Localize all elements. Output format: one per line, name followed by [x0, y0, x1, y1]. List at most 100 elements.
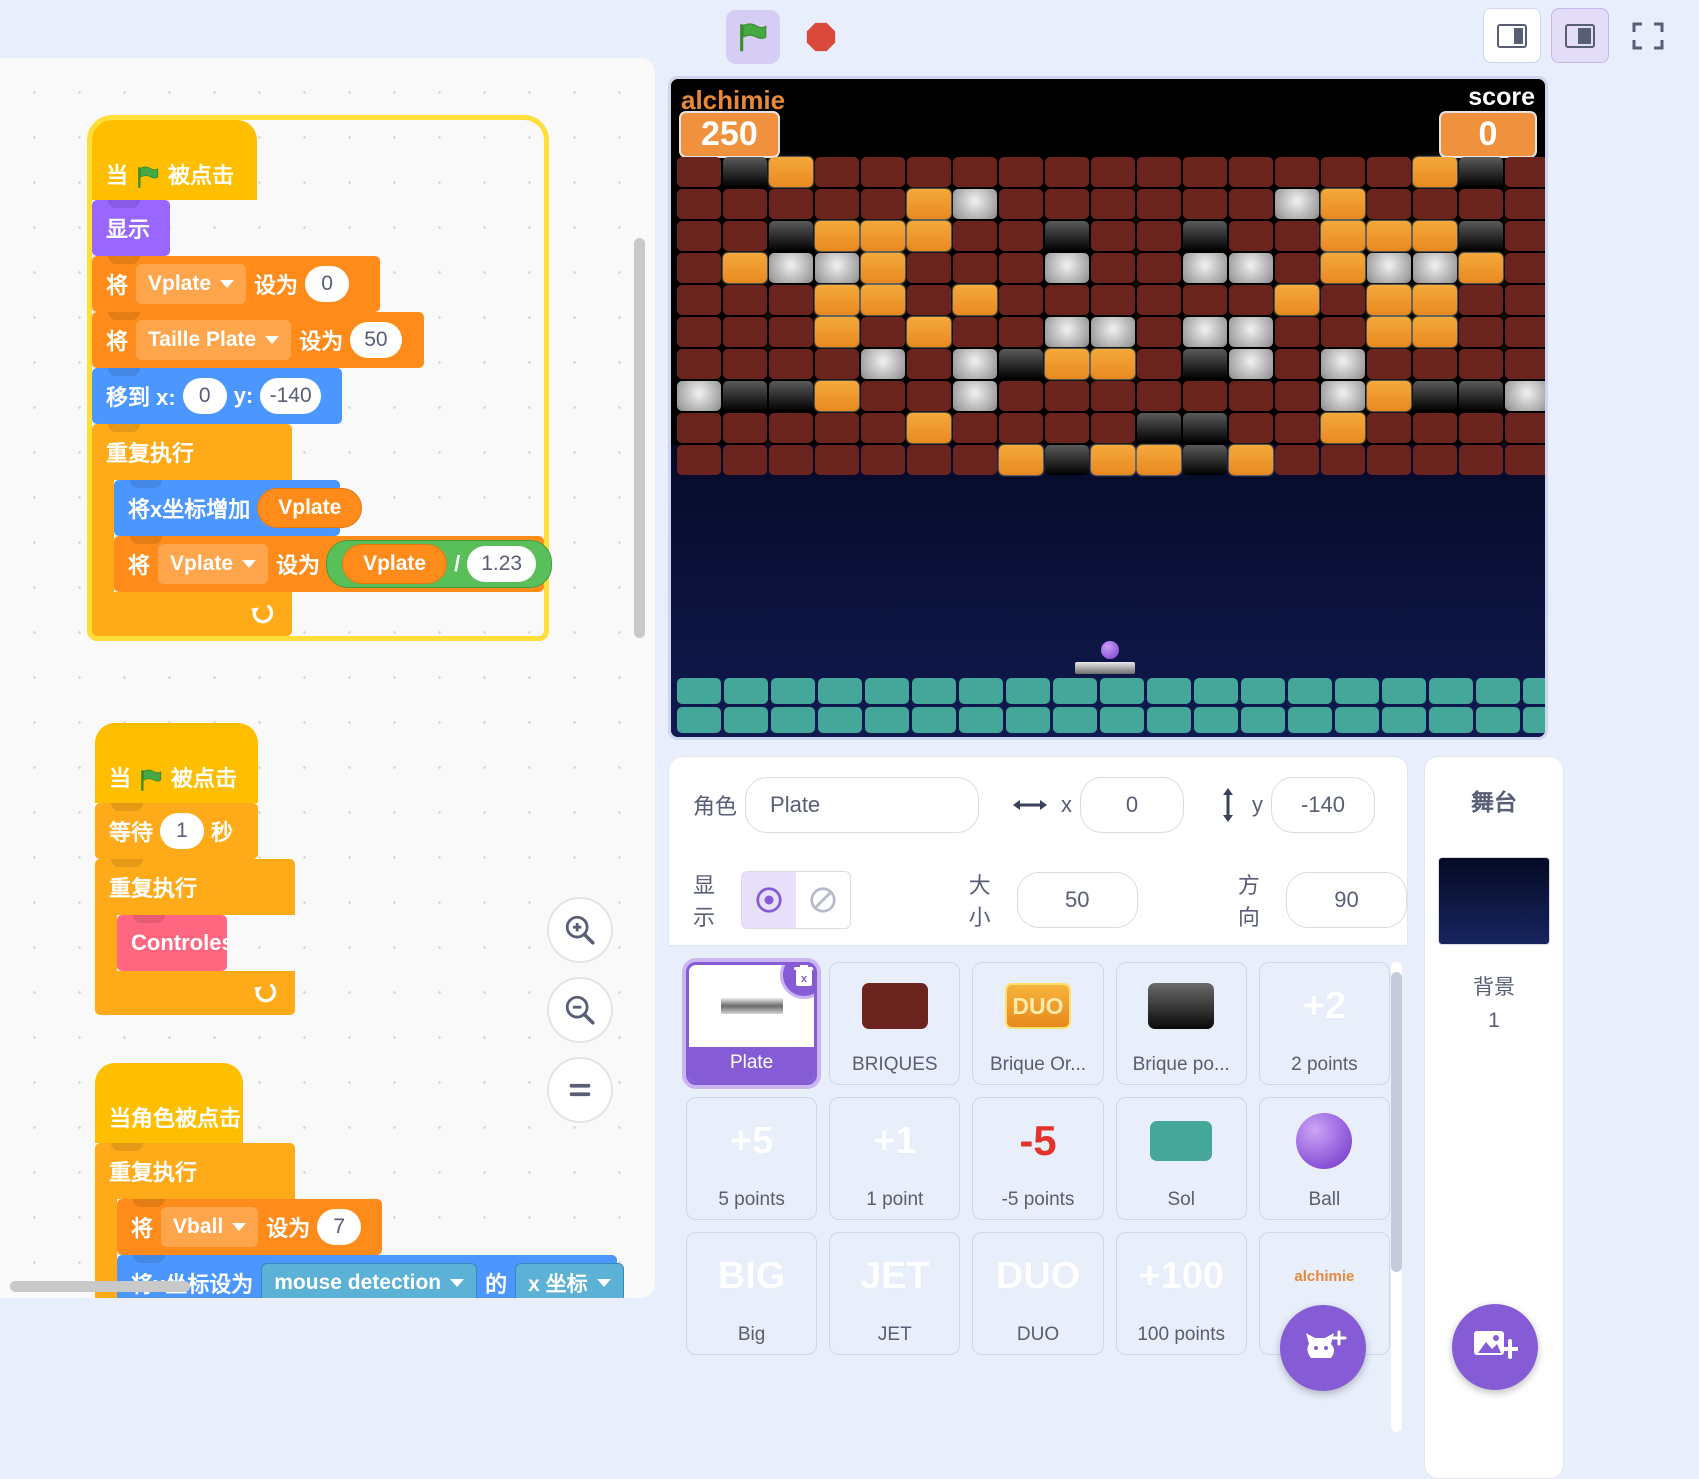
y-value-input[interactable]: -140 [260, 378, 321, 414]
sprite-name-input[interactable]: Plate [745, 776, 980, 833]
zoom-out-button[interactable] [547, 977, 613, 1043]
when-flag-clicked-hat-block[interactable]: 当 被点击 [92, 120, 257, 200]
brick-orange [769, 157, 813, 187]
variable-dropdown-vplate[interactable]: Vplate [158, 544, 269, 584]
sprite-card-big[interactable]: BIG Big [686, 1232, 818, 1355]
seconds-input[interactable]: 1 [160, 813, 205, 849]
sprite-card-1-point[interactable]: +1 1 point [829, 1097, 961, 1220]
goto-xy-block[interactable]: 移到 x: 0 y: -140 [92, 368, 342, 424]
forever-loop-block[interactable]: 重复执行 将x坐标增加 Vplate 将 Vplate 设为 Vplate / … [92, 424, 553, 636]
sprite-x-input[interactable]: 0 [1080, 776, 1185, 833]
brick-orange [1413, 157, 1457, 187]
green-flag-button[interactable] [726, 10, 780, 64]
brick-red [907, 445, 951, 475]
variable-dropdown-taille-plate[interactable]: Taille Plate [136, 320, 292, 360]
sprite-card-sol[interactable]: Sol [1115, 1097, 1247, 1220]
sprite-card-5-points[interactable]: +5 5 points [686, 1097, 818, 1220]
large-stage-layout-button[interactable] [1551, 8, 1609, 63]
stage-canvas[interactable]: alchimie 250 score 0 [668, 76, 1548, 740]
sprite-card-plate[interactable]: Plate x [686, 962, 818, 1085]
sol-tile [1241, 678, 1285, 704]
sensing-property-dropdown[interactable]: x 坐标 [515, 1263, 624, 1298]
sprite-name-label: JET [877, 1324, 912, 1345]
value-input[interactable]: 0 [305, 266, 350, 302]
wait-seconds-block[interactable]: 等待 1 秒 [95, 803, 258, 859]
value-input[interactable]: 7 [317, 1209, 362, 1245]
forever-loop-block[interactable]: 重复执行 Controles [95, 859, 295, 1015]
variable-dropdown-vball[interactable]: Vball [161, 1207, 259, 1247]
divide-operator-block[interactable]: Vplate / 1.23 [326, 540, 553, 588]
brick-red [1137, 253, 1181, 283]
when-flag-clicked-hat-block[interactable]: 当 被点击 [95, 723, 258, 803]
forever-loop-block[interactable]: 重复执行 将 Vball 设为 7 将x坐标设为 mouse detection… [95, 1143, 624, 1298]
add-backdrop-button[interactable] [1452, 1304, 1538, 1390]
block-label-forever: 重复执行 [109, 1160, 198, 1185]
script-block-stack-1[interactable]: 当 被点击 显示 将 Vplate 设为 0 将 Taille Plate 设为… [92, 120, 553, 636]
brick-red [769, 413, 813, 443]
sprite-direction-input[interactable]: 90 [1285, 871, 1408, 928]
sprite-size-input[interactable]: 50 [1016, 871, 1138, 928]
stage-selector-panel[interactable]: 舞台 背景 1 [1424, 756, 1564, 1479]
brick-red [677, 253, 721, 283]
sprite-card-2-points[interactable]: +2 2 points [1258, 962, 1390, 1085]
small-stage-layout-icon [1497, 23, 1527, 48]
zoom-reset-button[interactable] [547, 1057, 613, 1123]
code-workspace[interactable]: 当 被点击 显示 将 Vplate 设为 0 将 Taille Plate 设为… [0, 58, 655, 1298]
sprite-name-label: 1 point [866, 1189, 924, 1210]
variable-reporter-vplate[interactable]: Vplate [257, 488, 363, 528]
hide-sprite-button[interactable] [795, 871, 850, 928]
sprite-card-briques[interactable]: BRIQUES [829, 962, 961, 1085]
sprite-info-panel: 角色 Plate x 0 y -140 显示 大小 50 方向 90 [668, 756, 1408, 946]
show-block[interactable]: 显示 [92, 200, 170, 256]
sol-tile [1382, 678, 1426, 704]
sprite-card-brique-po[interactable]: Brique po... [1115, 962, 1247, 1085]
script-block-stack-3[interactable]: 当角色被点击 重复执行 将 Vball 设为 7 将x坐标设为 mouse de… [95, 1063, 624, 1298]
zoom-out-icon [565, 995, 595, 1025]
brick-orange [907, 221, 951, 251]
sprite-card-100-points[interactable]: +100 100 points [1115, 1232, 1247, 1355]
show-sprite-button[interactable] [742, 871, 796, 928]
sprite-card-ball[interactable]: Ball [1258, 1097, 1390, 1220]
sol-tile [1523, 707, 1545, 733]
variable-reporter-vplate[interactable]: Vplate [342, 544, 448, 584]
sprite-y-input[interactable]: -140 [1271, 776, 1376, 833]
controles-custom-block[interactable]: Controles [117, 915, 234, 971]
sprite-card-brique-or[interactable]: DUO Brique Or... [972, 962, 1104, 1085]
sprite-card-jet[interactable]: JET JET [829, 1232, 961, 1355]
block-label-change-x: 将x坐标增加 [128, 497, 251, 522]
divisor-input[interactable]: 1.23 [467, 546, 537, 582]
x-value-input[interactable]: 0 [182, 378, 227, 414]
sprite-thumbnail: DUO [973, 963, 1102, 1049]
stop-button[interactable] [794, 10, 848, 64]
set-vplate-divide-block[interactable]: 将 Vplate 设为 Vplate / 1.23 [114, 536, 553, 592]
scrollbar-thumb[interactable] [1391, 972, 1402, 1272]
brick-red [1183, 381, 1227, 411]
set-variable-vball-block[interactable]: 将 Vball 设为 7 [117, 1199, 382, 1255]
small-stage-layout-button[interactable] [1483, 8, 1541, 63]
block-label-show: 显示 [106, 217, 151, 242]
variable-dropdown-vplate[interactable]: Vplate [136, 264, 247, 304]
zoom-in-button[interactable] [547, 897, 613, 963]
set-variable-taille-plate-block[interactable]: 将 Taille Plate 设为 50 [92, 312, 424, 368]
workspace-horizontal-scrollbar[interactable] [10, 1281, 190, 1292]
sensing-object-dropdown[interactable]: mouse detection [261, 1263, 478, 1298]
set-x-to-sensing-block[interactable]: 将x坐标设为 mouse detection 的 x 坐标 [117, 1255, 624, 1298]
sprite-card-5-points[interactable]: -5 -5 points [972, 1097, 1104, 1220]
run-controls [726, 10, 848, 64]
workspace-vertical-scrollbar[interactable] [634, 238, 645, 638]
stage-thumbnail[interactable] [1438, 857, 1550, 945]
sprite-card-duo[interactable]: DUO DUO [972, 1232, 1104, 1355]
add-sprite-button[interactable] [1280, 1305, 1366, 1391]
sprite-name-label: Brique po... [1132, 1054, 1230, 1075]
brick-red [907, 253, 951, 283]
fullscreen-button[interactable] [1619, 8, 1677, 63]
change-x-by-block[interactable]: 将x坐标增加 Vplate [114, 480, 363, 536]
script-block-stack-2[interactable]: 当 被点击 等待 1 秒 重复执行 Controles [95, 723, 295, 1015]
when-sprite-clicked-hat-block[interactable]: 当角色被点击 [95, 1063, 243, 1143]
sprite-list-scrollbar[interactable] [1391, 962, 1402, 1432]
dropdown-value: x 坐标 [528, 1273, 588, 1296]
value-input[interactable]: 50 [350, 322, 402, 358]
block-label-to: 设为 [254, 273, 299, 298]
set-variable-vplate-block[interactable]: 将 Vplate 设为 0 [92, 256, 380, 312]
brick-red [1275, 221, 1319, 251]
